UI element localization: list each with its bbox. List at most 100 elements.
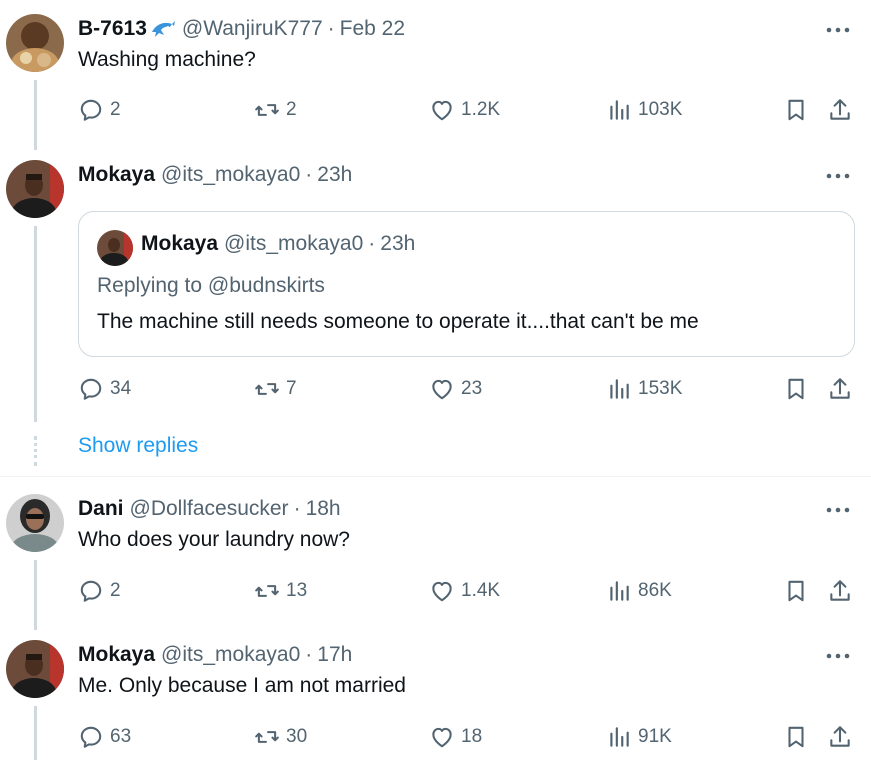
author-name[interactable]: Mokaya xyxy=(78,643,155,667)
reply-button[interactable]: 34 xyxy=(78,371,131,407)
retweet-count: 30 xyxy=(286,726,308,747)
share-button[interactable] xyxy=(827,719,853,755)
retweet-count: 13 xyxy=(286,580,308,601)
separator: · xyxy=(305,163,313,186)
author-handle[interactable]: @its_mokaya0 xyxy=(161,643,300,667)
quoted-timestamp: 23h xyxy=(380,232,416,255)
like-count: 1.2K xyxy=(461,99,501,120)
views-count: 91K xyxy=(638,726,672,747)
quoted-avatar xyxy=(97,230,133,266)
heart-icon xyxy=(432,581,452,602)
tweet-text: Washing machine? xyxy=(78,48,256,71)
views-icon xyxy=(610,727,629,747)
bookmark-button[interactable] xyxy=(783,92,809,128)
reply-icon xyxy=(80,378,102,400)
timestamp[interactable]: 17h xyxy=(317,643,352,667)
share-icon xyxy=(830,580,850,601)
avatar[interactable] xyxy=(6,14,64,72)
retweet-icon xyxy=(255,731,279,743)
quoted-author-name: Mokaya xyxy=(141,232,219,255)
tweet-1[interactable]: B-7613 @WanjiruK777 · Feb 22 Washing mac… xyxy=(0,14,871,150)
avatar[interactable] xyxy=(6,494,64,552)
more-options-icon[interactable] xyxy=(823,164,853,188)
share-icon xyxy=(830,726,850,747)
retweet-button[interactable]: 7 xyxy=(254,371,297,407)
reply-button[interactable]: 2 xyxy=(78,92,121,128)
retweet-count: 7 xyxy=(286,378,297,399)
timestamp[interactable]: 18h xyxy=(306,497,341,521)
author-handle[interactable]: @WanjiruK777 xyxy=(182,17,323,41)
thread-line xyxy=(34,80,37,150)
bookmark-icon xyxy=(788,378,804,400)
thread-dots xyxy=(34,436,37,466)
retweet-button[interactable]: 30 xyxy=(254,719,307,755)
tweet-header: B-7613 @WanjiruK777 · Feb 22 xyxy=(78,14,405,44)
quoted-text: The machine still needs someone to opera… xyxy=(97,310,699,333)
share-button[interactable] xyxy=(827,371,853,407)
reply-button[interactable]: 2 xyxy=(78,573,121,609)
tweet-4[interactable]: Mokaya @its_mokaya0 · 17h Me. Only becau… xyxy=(0,640,871,760)
quoted-tweet[interactable]: Mokaya @its_mokaya0 · 23h Replying to @b… xyxy=(78,211,855,357)
thread-line xyxy=(34,706,37,760)
dolphin-emoji-icon xyxy=(150,18,176,40)
views-button[interactable]: 86K xyxy=(606,573,672,609)
bookmark-button[interactable] xyxy=(783,719,809,755)
bookmark-icon xyxy=(788,726,804,748)
reply-count: 63 xyxy=(110,726,132,747)
retweet-icon xyxy=(255,383,279,395)
like-count: 18 xyxy=(461,726,483,747)
more-options-icon[interactable] xyxy=(823,498,853,522)
quoted-author-handle: @its_mokaya0 xyxy=(224,232,364,255)
author-name[interactable]: Dani xyxy=(78,497,124,521)
reply-count: 34 xyxy=(110,378,132,399)
action-bar: 2 2 1.2K 103K xyxy=(78,92,858,128)
reply-count: 2 xyxy=(110,99,121,120)
timestamp[interactable]: 23h xyxy=(317,163,352,187)
views-button[interactable]: 153K xyxy=(606,371,682,407)
like-button[interactable]: 1.4K xyxy=(429,573,500,609)
avatar[interactable] xyxy=(6,160,64,218)
bookmark-icon xyxy=(788,99,804,121)
share-button[interactable] xyxy=(827,573,853,609)
thread-line xyxy=(34,226,37,422)
views-icon xyxy=(610,100,629,120)
separator: · xyxy=(293,497,301,520)
replying-to-mention[interactable]: @budnskirts xyxy=(208,274,325,297)
retweet-count: 2 xyxy=(286,99,297,120)
reply-icon xyxy=(80,726,102,748)
tweet-header: Dani @Dollfacesucker · 18h xyxy=(78,494,341,524)
avatar[interactable] xyxy=(6,640,64,698)
timestamp[interactable]: Feb 22 xyxy=(340,17,405,41)
like-button[interactable]: 18 xyxy=(429,719,482,755)
more-options-icon[interactable] xyxy=(823,644,853,668)
tweet-3[interactable]: Dani @Dollfacesucker · 18h Who does your… xyxy=(0,494,871,630)
retweet-button[interactable]: 2 xyxy=(254,92,297,128)
author-handle[interactable]: @its_mokaya0 xyxy=(161,163,300,187)
like-button[interactable]: 1.2K xyxy=(429,92,500,128)
share-icon xyxy=(830,99,850,120)
author-name[interactable]: B-7613 xyxy=(78,17,147,41)
share-button[interactable] xyxy=(827,92,853,128)
divider xyxy=(0,476,871,477)
more-options-icon[interactable] xyxy=(823,18,853,42)
reply-button[interactable]: 63 xyxy=(78,719,131,755)
author-name[interactable]: Mokaya xyxy=(78,163,155,187)
retweet-button[interactable]: 13 xyxy=(254,573,307,609)
author-handle[interactable]: @Dollfacesucker xyxy=(130,497,289,521)
heart-icon xyxy=(432,379,452,400)
views-icon xyxy=(610,379,629,399)
tweet-2[interactable]: Mokaya @its_mokaya0 · 23h Mokaya @its_mo… xyxy=(0,160,871,460)
views-button[interactable]: 103K xyxy=(606,92,682,128)
bookmark-icon xyxy=(788,580,804,602)
views-button[interactable]: 91K xyxy=(606,719,672,755)
separator: · xyxy=(368,232,376,255)
show-replies-link[interactable]: Show replies xyxy=(78,434,198,458)
replying-to-label: Replying to xyxy=(97,274,203,297)
like-button[interactable]: 23 xyxy=(429,371,482,407)
heart-icon xyxy=(432,727,452,748)
views-count: 153K xyxy=(638,378,683,399)
reply-icon xyxy=(80,99,102,121)
views-count: 86K xyxy=(638,580,672,601)
bookmark-button[interactable] xyxy=(783,371,809,407)
bookmark-button[interactable] xyxy=(783,573,809,609)
